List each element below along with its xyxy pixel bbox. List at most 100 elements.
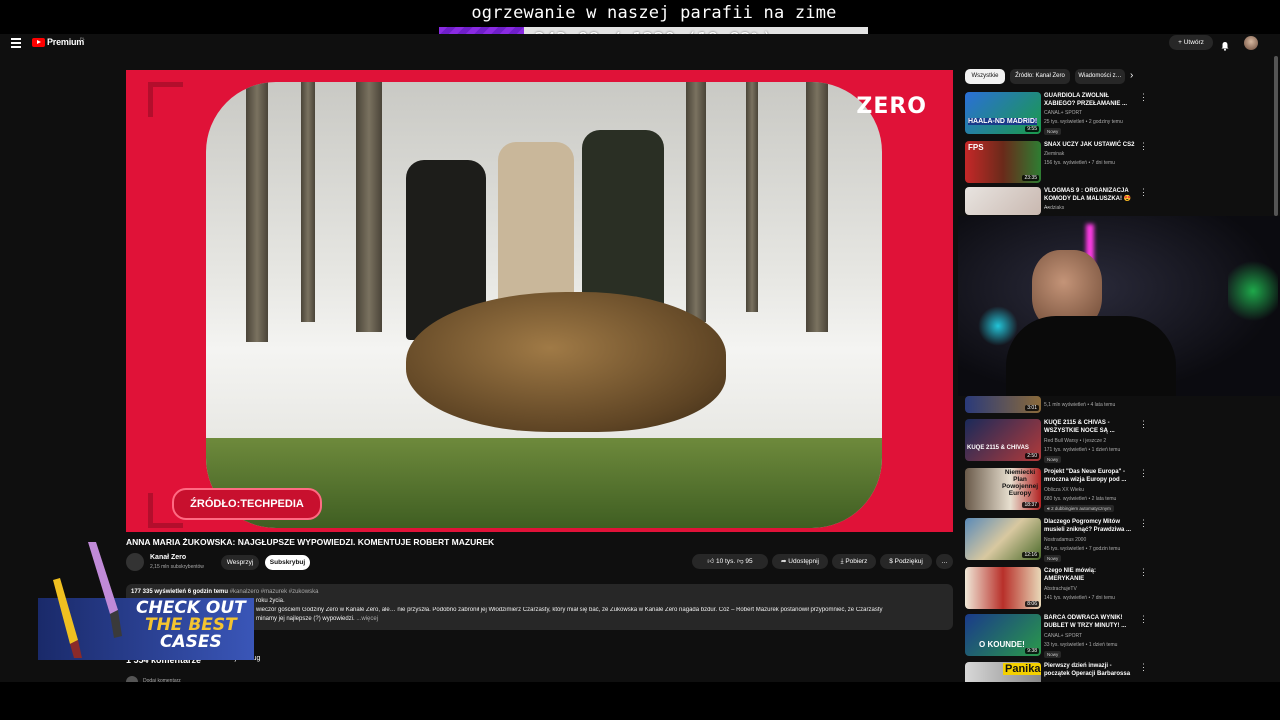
video-player[interactable]: ZERO ŹRÓDŁO:TECHPEDIA: [126, 70, 953, 532]
tree: [301, 82, 315, 322]
list-item[interactable]: VLOGMAS 9 : ORGANIZACJA KOMODY DLA MALUS…: [965, 187, 1275, 217]
source-badge: ŹRÓDŁO:TECHPEDIA: [172, 488, 322, 520]
video-thumbnail[interactable]: KUQE 2115 & CHIVAS 2:50: [965, 419, 1041, 461]
channel-name[interactable]: CANAL+ SPORT: [1044, 633, 1082, 639]
dislike-count: 95: [745, 558, 753, 565]
channel-name[interactable]: Red Bull Warsy • i jeszcze 2: [1044, 438, 1106, 444]
thumbnail-text: Panika: [1003, 663, 1041, 675]
video-title[interactable]: SNAX UCZY JAK USTAWIĆ CS2: [1044, 141, 1136, 149]
video-stats: 680 tys. wyświetleń • 2 lata temu: [1044, 496, 1117, 502]
chip-news[interactable]: Wiadomości z…: [1075, 69, 1125, 84]
tree: [806, 82, 828, 332]
channel-name[interactable]: Zieminak: [1044, 151, 1064, 157]
description-text: minamy jej najlepsze (?) wypowiedzi.: [256, 616, 355, 622]
video-title[interactable]: BARCA ODWRACA WYNIK! DUBLET W TRZY MINUT…: [1044, 614, 1136, 630]
video-thumbnail[interactable]: FPS 23:35: [965, 141, 1041, 183]
youtube-header: [0, 34, 1280, 54]
download-label: Pobierz: [845, 558, 868, 565]
share-label: Udostępnij: [788, 558, 819, 565]
more-vert-icon[interactable]: ⋮: [1139, 187, 1148, 198]
video-thumbnail[interactable]: Panika: [965, 662, 1041, 682]
youtube-brand[interactable]: Premium: [47, 37, 84, 47]
channel-name[interactable]: AbstrachujeTV: [1044, 586, 1077, 592]
chip-all[interactable]: Wszystkie: [965, 69, 1005, 84]
channel-name[interactable]: CANAL+ SPORT: [1044, 110, 1082, 116]
new-badge: Nowy: [1044, 128, 1062, 135]
description-line: wieczór gościem Godziny Zero w Kanale Ze…: [256, 607, 883, 613]
thanks-button[interactable]: $ Podziękuj: [880, 554, 932, 569]
knife-icon: [53, 542, 122, 658]
more-vert-icon[interactable]: ⋮: [1139, 141, 1148, 152]
channel-name[interactable]: Andziaks: [1044, 205, 1064, 211]
more-vert-icon[interactable]: ⋮: [1139, 518, 1148, 529]
list-item[interactable]: O KOUNDE! 9:38 BARCA ODWRACA WYNIK! DUBL…: [965, 614, 1275, 660]
thanks-label: Podziękuj: [894, 558, 923, 565]
video-duration: 9:55: [1025, 126, 1039, 132]
list-item[interactable]: Panika Pierwszy dzień inwazji - początek…: [965, 662, 1275, 682]
region-code: PL: [80, 36, 85, 41]
thumbnail-text: O KOUNDE!: [979, 640, 1025, 649]
video-duration: 3:01: [1025, 405, 1039, 411]
chip-source[interactable]: Źródło: Kanał Zero: [1010, 69, 1070, 84]
bell-icon[interactable]: [1220, 38, 1230, 51]
chevron-right-icon[interactable]: ›: [1130, 70, 1133, 81]
more-vert-icon[interactable]: ⋮: [1139, 419, 1148, 430]
video-thumbnail[interactable]: O KOUNDE! 9:38: [965, 614, 1041, 656]
thumbnail-text: FPS: [968, 143, 984, 152]
video-thumbnail[interactable]: 3:01: [965, 396, 1041, 413]
create-label: Utwórz: [1183, 39, 1204, 46]
new-badge: Nowy: [1044, 456, 1062, 463]
list-item[interactable]: 8:06 Czego NIE mówią: AMERYKANIE Abstrac…: [965, 567, 1275, 611]
frame-corner-top: [148, 82, 183, 117]
stream-overlay-title: ogrzewanie w naszej parafii na zime: [471, 3, 837, 23]
bison: [406, 292, 726, 432]
more-vert-icon[interactable]: ⋮: [1139, 662, 1148, 673]
channel-name[interactable]: Oblicza XX Wieku: [1044, 487, 1084, 493]
video-thumbnail[interactable]: Niemiecki Plan Powojennej Europy 18:37: [965, 468, 1041, 510]
list-item[interactable]: 12:16 Dlaczego Pogromcy Mitów musieli zn…: [965, 518, 1275, 564]
dubbing-badge: 🔊︎ 2 dubbingiem automatycznym: [1044, 505, 1114, 512]
show-more-link[interactable]: ...więcej: [356, 616, 378, 622]
video-duration: 12:16: [1022, 552, 1039, 558]
add-comment-input[interactable]: Dodaj komentarz: [143, 677, 181, 682]
video-thumbnail[interactable]: 8:06: [965, 567, 1041, 609]
download-button[interactable]: ⤓ Pobierz: [832, 554, 876, 569]
video-title[interactable]: GUARDIOLA ZWOLNIŁ XABIEGO? PRZEŁAMANIE .…: [1044, 92, 1136, 108]
video-title[interactable]: Projekt "Das Neue Europa" - mroczna wizj…: [1044, 468, 1136, 484]
list-item[interactable]: FPS 23:35 SNAX UCZY JAK USTAWIĆ CS2 Ziem…: [965, 141, 1275, 185]
video-stats: 25 tys. wyświetleń • 2 godziny temu: [1044, 119, 1123, 125]
more-vert-icon[interactable]: ⋮: [1139, 468, 1148, 479]
list-item[interactable]: 3:01 5,1 mln wyświetleń • 4 lata temu: [965, 396, 1275, 414]
list-item[interactable]: KUQE 2115 & CHIVAS 2:50 KUQE 2115 & CHIV…: [965, 419, 1275, 465]
video-thumbnail[interactable]: 12:16: [965, 518, 1041, 560]
subscribe-button[interactable]: Subskrybuj: [265, 555, 310, 570]
like-dislike-button[interactable]: 👍︎ 10 tys. 👎︎ 95: [692, 554, 768, 569]
create-button[interactable]: + Utwórz: [1169, 35, 1213, 50]
more-vert-icon[interactable]: ⋮: [1139, 567, 1148, 578]
avatar[interactable]: [1244, 36, 1258, 50]
list-item[interactable]: HAALA-ND MADRID! 9:55 GUARDIOLA ZWOLNIŁ …: [965, 92, 1275, 138]
thumbnail-text: KUQE 2115 & CHIVAS: [967, 445, 1029, 451]
video-title[interactable]: Dlaczego Pogromcy Mitów musieli zniknąć?…: [1044, 518, 1136, 534]
promo-line: CASES: [160, 632, 222, 652]
video-thumbnail[interactable]: [965, 187, 1041, 215]
share-button[interactable]: ➦ Udostępnij: [772, 554, 828, 569]
more-actions-button[interactable]: …: [936, 554, 953, 569]
channel-name[interactable]: Nostradamus 2000: [1044, 537, 1086, 543]
video-duration: 8:06: [1025, 601, 1039, 607]
menu-icon[interactable]: [11, 38, 21, 48]
list-item[interactable]: Niemiecki Plan Powojennej Europy 18:37 P…: [965, 468, 1275, 514]
streamer-body: [1006, 316, 1176, 396]
video-title[interactable]: KUQE 2115 & CHIVAS - WSZYSTKIE NOCE SĄ .…: [1044, 419, 1136, 435]
video-stats: 141 tys. wyświetleń • 7 dni temu: [1044, 595, 1115, 601]
video-thumbnail[interactable]: HAALA-ND MADRID! 9:55: [965, 92, 1041, 134]
streamer-webcam: [958, 216, 1280, 396]
more-vert-icon[interactable]: ⋮: [1139, 614, 1148, 625]
tree: [686, 82, 706, 322]
more-vert-icon[interactable]: ⋮: [1139, 92, 1148, 103]
youtube-logo-icon[interactable]: [32, 38, 45, 47]
new-badge: Nowy: [1044, 651, 1062, 658]
video-title[interactable]: Pierwszy dzień inwazji - początek Operac…: [1044, 662, 1136, 678]
video-duration: 2:50: [1025, 453, 1039, 459]
video-title[interactable]: Czego NIE mówią: AMERYKANIE: [1044, 567, 1136, 583]
